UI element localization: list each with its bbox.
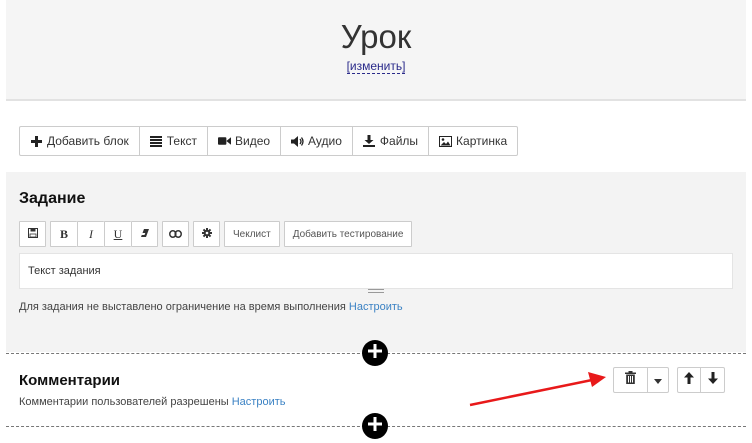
underline-button[interactable]: U xyxy=(104,221,131,247)
add-video-button[interactable]: Видео xyxy=(208,127,282,155)
delete-block-button[interactable] xyxy=(614,368,648,392)
arrow-up-icon xyxy=(684,371,694,389)
comments-note-text: Комментарии пользователей разрешены xyxy=(19,396,229,408)
time-limit-text: Для задания не выставлено ограничение на… xyxy=(19,301,346,313)
text-lines-icon xyxy=(150,135,163,148)
checklist-button[interactable]: Чеклист xyxy=(224,221,280,247)
time-limit-configure-link[interactable]: Настроить xyxy=(349,301,403,313)
bold-button[interactable]: B xyxy=(50,221,77,247)
add-files-label: Файлы xyxy=(379,134,419,148)
format-group: B I U xyxy=(50,221,158,247)
download-icon xyxy=(363,135,376,148)
move-block-down-button[interactable] xyxy=(701,368,724,392)
add-test-button[interactable]: Добавить тестирование xyxy=(283,221,413,247)
settings-button[interactable] xyxy=(193,221,220,247)
add-audio-button[interactable]: Аудио xyxy=(281,127,353,155)
plus-icon xyxy=(368,416,382,436)
add-block-button[interactable]: Добавить блок xyxy=(20,127,140,155)
add-block-label: Добавить блок xyxy=(47,134,129,148)
clear-format-button[interactable] xyxy=(131,221,158,247)
comments-note: Комментарии пользователей разрешены Наст… xyxy=(19,396,285,408)
add-audio-label: Аудио xyxy=(308,134,342,148)
block-move-group xyxy=(677,367,725,393)
time-limit-note: Для задания не выставлено ограничение на… xyxy=(19,301,403,313)
task-title: Задание xyxy=(19,190,86,207)
comments-title: Комментарии xyxy=(19,372,121,389)
caret-down-icon xyxy=(654,371,662,389)
insert-link-button[interactable] xyxy=(162,221,189,247)
save-button[interactable] xyxy=(19,221,46,247)
add-block-between-button[interactable] xyxy=(362,413,388,439)
lesson-title: Урок xyxy=(340,18,412,55)
editor-toolbar: B I U Чеклист Добавить тестирование xyxy=(19,221,413,247)
gear-icon xyxy=(201,227,212,241)
block-delete-group xyxy=(613,367,669,393)
speaker-icon xyxy=(291,135,304,148)
resize-handle[interactable] xyxy=(368,289,384,295)
add-image-button[interactable]: Картинка xyxy=(429,127,517,155)
trash-icon xyxy=(625,371,636,389)
arrow-down-icon xyxy=(707,371,718,389)
edit-title-link[interactable]: [изменить] xyxy=(346,59,406,74)
video-camera-icon xyxy=(217,135,231,148)
add-text-label: Текст xyxy=(166,134,197,148)
task-text-input[interactable]: Текст задания xyxy=(19,253,733,289)
add-files-button[interactable]: Файлы xyxy=(353,127,430,155)
plus-icon xyxy=(30,135,43,148)
add-block-between-button[interactable] xyxy=(362,340,388,366)
eraser-icon xyxy=(140,227,150,241)
add-text-button[interactable]: Текст xyxy=(140,127,208,155)
image-icon xyxy=(439,135,453,148)
plus-icon xyxy=(368,343,382,363)
task-block: Задание B I U Чеклист Добавить тестирова… xyxy=(6,172,746,352)
add-video-label: Видео xyxy=(234,134,271,148)
link-icon xyxy=(169,227,182,241)
edit-title-link-wrapper: [изменить] xyxy=(6,59,746,74)
block-options-dropdown[interactable] xyxy=(648,368,668,392)
add-image-label: Картинка xyxy=(456,134,508,148)
comments-configure-link[interactable]: Настроить xyxy=(232,396,286,408)
move-block-up-button[interactable] xyxy=(678,368,701,392)
lesson-header: Урок [изменить] xyxy=(6,0,746,101)
italic-button[interactable]: I xyxy=(77,221,104,247)
save-icon xyxy=(27,227,38,241)
add-block-toolbar: Добавить блок Текст Видео Аудио Файлы Ка… xyxy=(19,126,519,156)
